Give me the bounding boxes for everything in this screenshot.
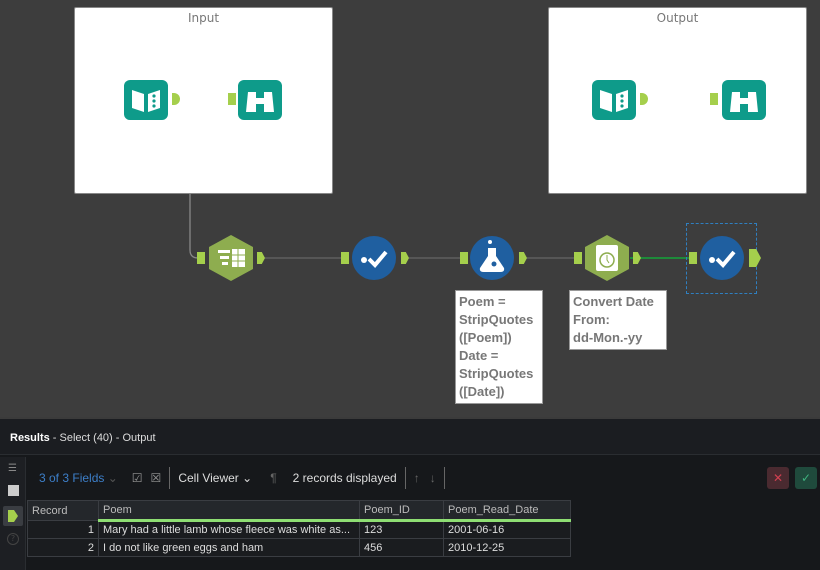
table-row[interactable]: 1 Mary had a little lamb whose fleece wa…	[27, 520, 571, 539]
poem-date-cell[interactable]: 2001-06-16	[443, 520, 571, 539]
input-data-tool[interactable]	[592, 78, 636, 122]
results-header: Results - Select (40) - Output	[0, 419, 820, 455]
checkmark-icon	[700, 236, 744, 280]
poem-cell[interactable]: I do not like green eggs and ham	[98, 538, 360, 557]
checkmark-icon	[352, 236, 396, 280]
accept-button[interactable]: ✓	[795, 467, 817, 489]
results-subtitle: - Select (40) - Output	[49, 432, 156, 444]
input-anchor[interactable]	[689, 252, 697, 264]
container-title: Output	[656, 11, 699, 25]
fields-dropdown[interactable]: 3 of 3 Fields ⌄	[39, 471, 118, 485]
uncheck-all-icon[interactable]: ☒	[151, 471, 162, 485]
check-all-icon[interactable]: ☑	[132, 471, 143, 485]
datetime-tool[interactable]	[584, 235, 629, 281]
input-data-tool[interactable]	[124, 78, 168, 122]
column-header[interactable]: Poem_ID	[359, 500, 444, 522]
metadata-icon[interactable]	[8, 485, 19, 496]
viewer-label: Cell Viewer	[178, 471, 239, 485]
book-icon	[124, 80, 168, 120]
results-sidebar: ☰ ?	[0, 457, 26, 570]
cell-viewer-dropdown[interactable]: Cell Viewer ⌄	[178, 471, 252, 485]
container-title: Input	[187, 11, 220, 25]
poem-cell[interactable]: Mary had a little lamb whose fleece was …	[98, 520, 360, 539]
browse-tool[interactable]	[722, 78, 766, 122]
data-anchor-icon[interactable]	[3, 506, 23, 526]
column-header[interactable]: Poem	[98, 500, 360, 522]
cancel-button[interactable]: ✕	[767, 467, 789, 489]
record-cell[interactable]: 2	[27, 538, 99, 557]
input-container[interactable]: Input	[74, 7, 333, 194]
pilcrow-icon[interactable]: ¶	[270, 471, 276, 485]
arrow-up-icon[interactable]: ↑	[414, 471, 420, 485]
input-anchor[interactable]	[228, 93, 236, 105]
arrow-down-icon[interactable]: ↓	[430, 471, 436, 485]
poem-id-cell[interactable]: 123	[359, 520, 444, 539]
formula-annotation: Poem = StripQuotes ([Poem]) Date = Strip…	[455, 290, 543, 404]
binoculars-icon	[722, 80, 766, 120]
chevron-down-icon: ⌄	[242, 471, 253, 485]
divider	[169, 467, 171, 489]
select-tool-selected[interactable]	[700, 236, 744, 280]
results-table: Record Poem Poem_ID Poem_Read_Date 1 Mar…	[27, 500, 571, 557]
input-anchor[interactable]	[460, 252, 468, 264]
records-count: 2 records displayed	[292, 471, 397, 485]
fields-label: 3 of 3 Fields	[39, 471, 105, 485]
input-anchor[interactable]	[574, 252, 582, 264]
workflow-canvas[interactable]: Input Output Poem = StripQuotes ([Poem])…	[0, 0, 820, 417]
browse-tool[interactable]	[238, 78, 282, 122]
divider	[404, 467, 406, 489]
text-columns-icon	[209, 235, 253, 281]
datetime-annotation: Convert Date From: dd-Mon.-yy	[569, 290, 667, 350]
chevron-down-icon: ⌄	[107, 471, 118, 485]
input-anchor[interactable]	[197, 252, 205, 264]
flask-icon	[470, 236, 514, 280]
output-container[interactable]: Output	[548, 7, 807, 194]
clock-icon	[585, 235, 629, 281]
results-panel: Results - Select (40) - Output ☰ ? 3 of …	[0, 419, 820, 570]
table-row[interactable]: 2 I do not like green eggs and ham 456 2…	[27, 538, 571, 557]
results-title: Results	[10, 432, 50, 444]
column-header[interactable]: Record	[27, 500, 99, 521]
column-header[interactable]: Poem_Read_Date	[443, 500, 571, 522]
text-to-columns-tool[interactable]	[208, 235, 253, 281]
formula-tool[interactable]	[470, 236, 514, 280]
record-cell[interactable]: 1	[27, 520, 99, 539]
input-anchor[interactable]	[341, 252, 349, 264]
results-toolbar: 3 of 3 Fields ⌄ ☑ ☒ Cell Viewer ⌄ ¶ 2 re…	[27, 457, 820, 499]
poem-date-cell[interactable]: 2010-12-25	[443, 538, 571, 557]
select-tool[interactable]	[352, 236, 396, 280]
list-icon[interactable]: ☰	[8, 463, 17, 474]
divider	[443, 467, 445, 489]
binoculars-icon	[238, 80, 282, 120]
book-icon	[592, 80, 636, 120]
help-icon[interactable]: ?	[7, 533, 19, 545]
poem-id-cell[interactable]: 456	[359, 538, 444, 557]
input-anchor[interactable]	[710, 93, 718, 105]
